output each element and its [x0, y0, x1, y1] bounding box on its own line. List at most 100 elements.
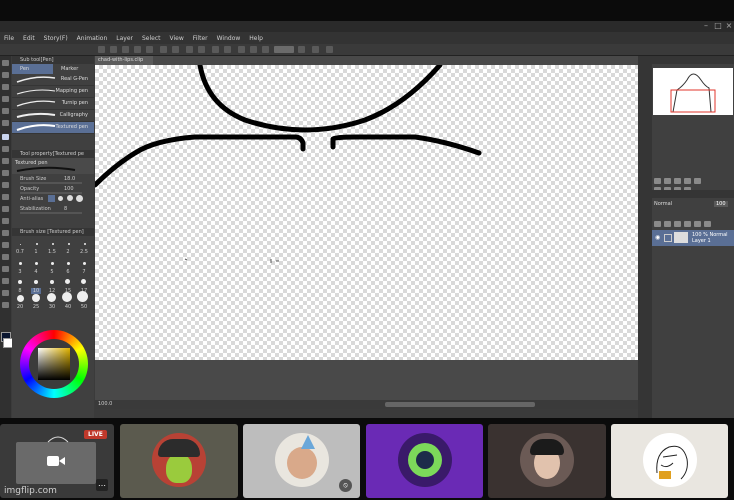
- layer-row[interactable]: ◉ 100 % Normal Layer 1: [652, 230, 734, 246]
- canvas[interactable]: [95, 65, 638, 360]
- pencil-tool-icon[interactable]: [2, 146, 9, 152]
- figure-tool-icon[interactable]: [2, 242, 9, 248]
- menu-story[interactable]: Story(F): [44, 35, 68, 42]
- brush-item-turnip-pen[interactable]: Turnip pen: [12, 98, 94, 110]
- more-options-icon[interactable]: …: [96, 479, 108, 491]
- size-label[interactable]: 6: [63, 269, 73, 275]
- color-saturation-square[interactable]: [38, 348, 70, 380]
- brush-item-mapping-pen[interactable]: Mapping pen: [12, 86, 94, 98]
- correct-line-tool-icon[interactable]: [2, 302, 9, 308]
- menu-help[interactable]: Help: [249, 35, 263, 42]
- size-label[interactable]: 30: [47, 304, 57, 310]
- menu-view[interactable]: View: [170, 35, 184, 42]
- participant-tile-6[interactable]: [611, 424, 728, 498]
- close-icon[interactable]: ×: [724, 22, 734, 30]
- brush-tool-icon[interactable]: [2, 158, 9, 164]
- menu-select[interactable]: Select: [142, 35, 161, 42]
- navigator-preview[interactable]: [653, 68, 733, 115]
- eraser-tool-icon[interactable]: [2, 194, 9, 200]
- transform-icon[interactable]: [198, 46, 205, 53]
- participant-tile-2[interactable]: [120, 424, 238, 498]
- size-label[interactable]: 1: [31, 249, 41, 255]
- prop-brush-size[interactable]: Brush Size 18.0: [12, 174, 94, 184]
- delete-layer-icon[interactable]: [704, 221, 711, 227]
- prop-anti-alias[interactable]: Anti-alias: [12, 194, 94, 204]
- save-icon[interactable]: [122, 46, 129, 53]
- export-icon[interactable]: [134, 46, 141, 53]
- zoom-tool-icon[interactable]: [2, 60, 9, 66]
- size-label[interactable]: 2.5: [79, 249, 89, 255]
- tab-pen[interactable]: Pen: [12, 64, 53, 74]
- text-tool-icon[interactable]: [2, 278, 9, 284]
- auto-select-tool-icon[interactable]: [2, 108, 9, 114]
- antialias-strong-icon[interactable]: [76, 195, 83, 202]
- stabilization-slider[interactable]: [20, 212, 82, 214]
- new-layer-icon[interactable]: [654, 221, 661, 227]
- fill-icon[interactable]: [250, 46, 257, 53]
- pen-tool-icon[interactable]: [2, 134, 9, 140]
- layer-opacity[interactable]: 100: [714, 201, 728, 207]
- blend-tool-icon[interactable]: [2, 206, 9, 212]
- brush-item-real-g-pen[interactable]: Real G-Pen: [12, 74, 94, 86]
- prop-stabilization[interactable]: Stabilization 8: [12, 204, 94, 214]
- ruler-icon[interactable]: [298, 46, 305, 53]
- size-label[interactable]: 2: [63, 249, 73, 255]
- size-label[interactable]: 50: [79, 304, 89, 310]
- expand-icon[interactable]: [262, 46, 269, 53]
- antialias-none-icon[interactable]: [48, 195, 55, 202]
- lock-icon[interactable]: [674, 221, 681, 227]
- size-label[interactable]: 20: [15, 304, 25, 310]
- deselect-icon[interactable]: [212, 46, 219, 53]
- menu-filter[interactable]: Filter: [193, 35, 208, 42]
- settings-icon[interactable]: [146, 46, 153, 53]
- selection-tool-icon[interactable]: [2, 96, 9, 102]
- size-label[interactable]: 0.7: [15, 249, 25, 255]
- participant-tile-4[interactable]: [366, 424, 483, 498]
- panel-collapse-strip[interactable]: [638, 56, 652, 418]
- open-icon[interactable]: [110, 46, 117, 53]
- crop-icon[interactable]: [238, 46, 245, 53]
- redo-icon[interactable]: [172, 46, 179, 53]
- snap-icon[interactable]: [274, 46, 294, 53]
- minimize-icon[interactable]: –: [701, 22, 711, 30]
- layer-check-icon[interactable]: [664, 234, 672, 242]
- menu-window[interactable]: Window: [217, 35, 241, 42]
- participant-tile-3[interactable]: ⦸: [243, 424, 360, 498]
- decoration-tool-icon[interactable]: [2, 182, 9, 188]
- participant-tile-5[interactable]: [488, 424, 606, 498]
- clip-icon[interactable]: [684, 221, 691, 227]
- size-label[interactable]: 3: [15, 269, 25, 275]
- new-folder-icon[interactable]: [664, 221, 671, 227]
- eye-icon[interactable]: ◉: [655, 234, 660, 241]
- operation-tool-icon[interactable]: [2, 84, 9, 90]
- reference-icon[interactable]: [694, 221, 701, 227]
- antialias-weak-icon[interactable]: [58, 196, 63, 201]
- size-label[interactable]: 4: [31, 269, 41, 275]
- zoom-value[interactable]: 100.0: [98, 400, 112, 409]
- horizontal-scrollbar[interactable]: [385, 402, 535, 407]
- document-tab[interactable]: chad-with-lips.clip: [95, 56, 153, 65]
- page-icon[interactable]: [312, 46, 319, 53]
- move-tool-icon[interactable]: [2, 72, 9, 78]
- grid-icon[interactable]: [326, 46, 333, 53]
- size-label[interactable]: 5: [47, 269, 57, 275]
- size-label[interactable]: 25: [31, 304, 41, 310]
- prop-opacity[interactable]: Opacity 100: [12, 184, 94, 194]
- fill-tool-icon[interactable]: [2, 218, 9, 224]
- tab-marker[interactable]: Marker: [53, 64, 94, 74]
- maximize-icon[interactable]: □: [713, 22, 723, 30]
- gradient-tool-icon[interactable]: [2, 230, 9, 236]
- menu-file[interactable]: File: [4, 35, 14, 42]
- menu-animation[interactable]: Animation: [77, 35, 108, 42]
- menu-edit[interactable]: Edit: [23, 35, 35, 42]
- new-icon[interactable]: [98, 46, 105, 53]
- color-wheel[interactable]: [20, 330, 88, 398]
- undo-icon[interactable]: [160, 46, 167, 53]
- balloon-tool-icon[interactable]: [2, 290, 9, 296]
- brush-item-calligraphy[interactable]: Calligraphy: [12, 110, 94, 122]
- frame-tool-icon[interactable]: [2, 254, 9, 260]
- size-label[interactable]: 8: [15, 288, 25, 294]
- blend-mode[interactable]: Normal: [654, 201, 672, 207]
- airbrush-tool-icon[interactable]: [2, 170, 9, 176]
- eyedropper-tool-icon[interactable]: [2, 120, 9, 126]
